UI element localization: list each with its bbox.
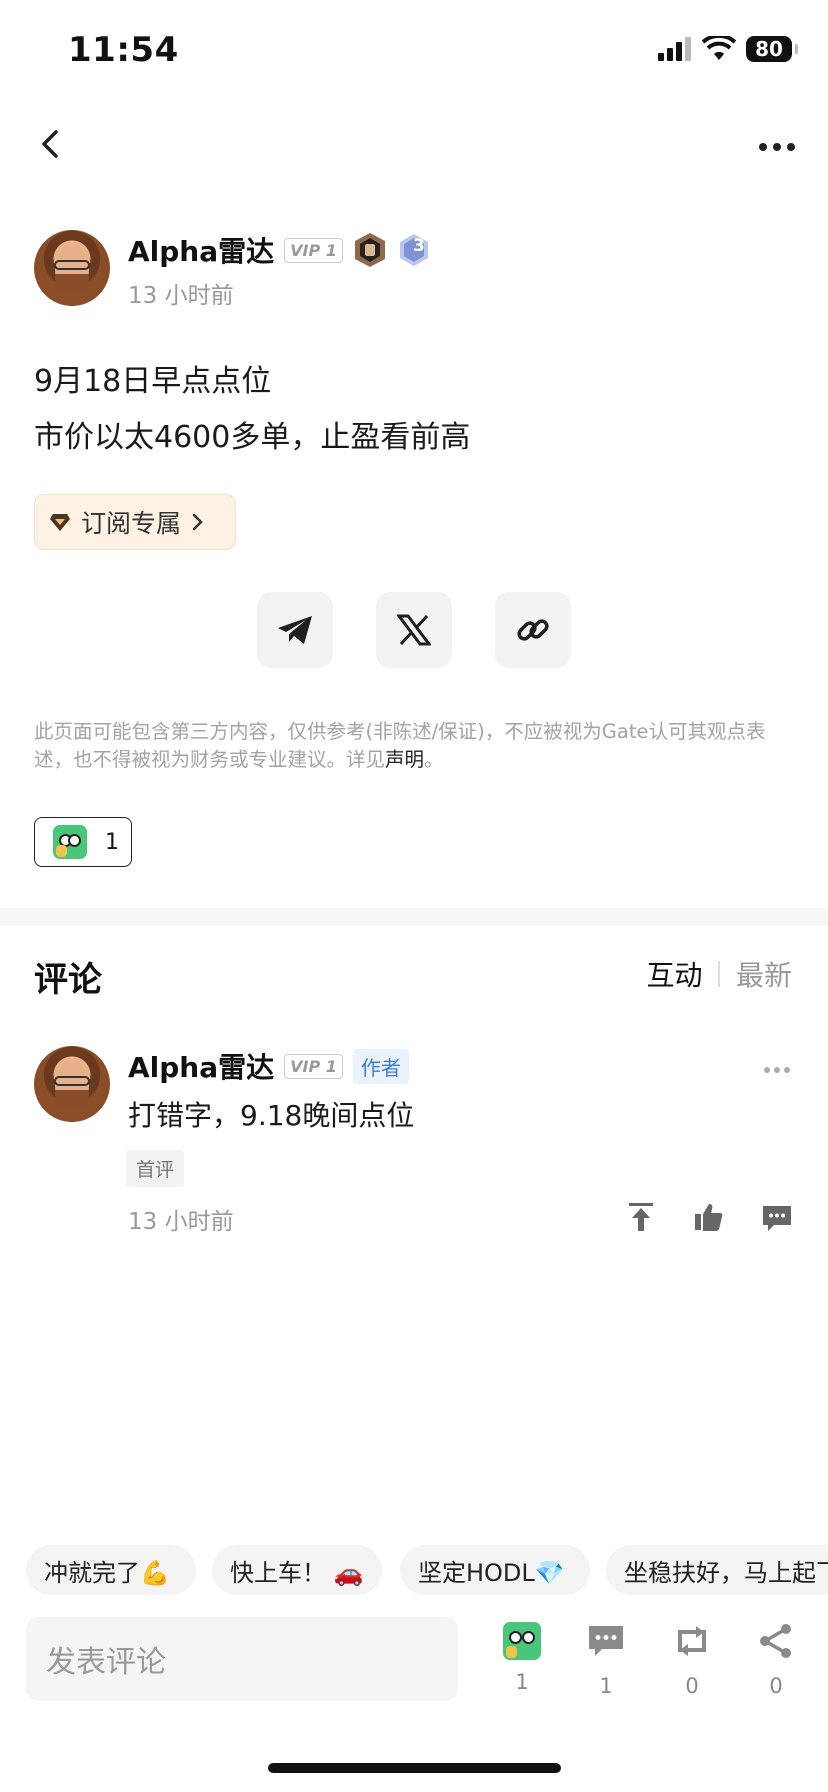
- comment-time: 13 小时前: [128, 1209, 234, 1235]
- reaction-action[interactable]: 1: [492, 1622, 552, 1694]
- reaction-pill[interactable]: 1: [34, 817, 132, 867]
- x-icon: [397, 614, 431, 646]
- disclaimer-link[interactable]: 声明: [385, 748, 424, 771]
- sort-interactive-tab[interactable]: 互动: [646, 954, 702, 994]
- author-name[interactable]: Alpha雷达: [128, 230, 274, 270]
- share-action[interactable]: 0: [746, 1622, 806, 1698]
- status-icons: 80: [658, 36, 798, 62]
- medal-badge-icon: [354, 233, 385, 267]
- chevron-right-icon: [192, 513, 203, 531]
- comment-input[interactable]: 发表评论: [26, 1617, 458, 1701]
- battery-level: 80: [755, 37, 783, 61]
- comment-sort: 互动 最新: [646, 954, 792, 994]
- back-icon[interactable]: [36, 126, 66, 162]
- comment-author-row: Alpha雷达 VIP 1 作者: [128, 1046, 409, 1086]
- author-avatar[interactable]: [34, 230, 110, 306]
- share-telegram-button[interactable]: [257, 592, 333, 668]
- comment-more-icon[interactable]: [762, 1058, 792, 1077]
- battery-indicator: 80: [746, 36, 798, 62]
- signal-icon: [658, 37, 691, 61]
- reaction-count: 1: [105, 829, 119, 855]
- diamond-icon: [50, 514, 70, 531]
- quick-reply-chip[interactable]: 坐稳扶好，马上起飞: [606, 1545, 828, 1595]
- share-x-button[interactable]: [376, 592, 452, 668]
- share-action-count: 0: [769, 1674, 783, 1698]
- section-divider: [0, 908, 828, 926]
- telegram-icon: [278, 616, 312, 644]
- comment-author-name[interactable]: Alpha雷达: [128, 1046, 274, 1086]
- subscribe-button[interactable]: 订阅专属: [34, 494, 236, 550]
- comment-action-count: 1: [599, 1674, 613, 1698]
- level-number: 3: [413, 236, 425, 256]
- pin-top-icon[interactable]: [624, 1200, 658, 1234]
- repost-icon: [678, 1626, 706, 1656]
- post-time: 13 小时前: [128, 283, 234, 309]
- quick-reply-chip[interactable]: 冲就完了💪: [26, 1545, 196, 1595]
- repost-action[interactable]: 0: [662, 1622, 722, 1698]
- thinking-emoji-icon: [53, 825, 87, 859]
- comment-icon: [589, 1626, 623, 1656]
- more-icon[interactable]: [756, 136, 798, 155]
- quick-reply-chip[interactable]: 快上车！ 🚗: [212, 1545, 382, 1595]
- comment-icon[interactable]: [760, 1200, 794, 1234]
- thinking-emoji-icon: [503, 1622, 541, 1660]
- comment-action[interactable]: 1: [576, 1622, 636, 1698]
- share-icon: [760, 1624, 791, 1658]
- disclaimer: 此页面可能包含第三方内容，仅供参考(非陈述/保证)，不应被视为Gate认可其观点…: [34, 718, 794, 774]
- wifi-icon: [702, 36, 736, 60]
- subscribe-label: 订阅专属: [81, 509, 182, 538]
- post-line-1: 9月18日早点点位: [34, 364, 272, 399]
- author-tag: 作者: [352, 1048, 409, 1084]
- author-row: Alpha雷达 VIP 1: [128, 230, 431, 270]
- vip-badge: VIP 1: [284, 237, 343, 263]
- link-icon: [517, 619, 549, 641]
- quick-reply-chip[interactable]: 坚定HODL💎: [400, 1545, 590, 1595]
- comment-avatar[interactable]: [34, 1046, 110, 1122]
- thumbs-up-icon[interactable]: [692, 1200, 726, 1234]
- sort-latest-tab[interactable]: 最新: [736, 954, 792, 994]
- comment-text: 打错字，9.18晚间点位: [128, 1099, 415, 1132]
- status-time: 11:54: [68, 30, 179, 70]
- first-comment-tag: 首评: [126, 1150, 185, 1187]
- disclaimer-end: 。: [424, 748, 444, 771]
- comment-vip-badge: VIP 1: [284, 1053, 343, 1079]
- post-line-2: 市价以太4600多单，止盈看前高: [34, 420, 471, 455]
- comments-title: 评论: [34, 960, 102, 1000]
- reaction-action-count: 1: [515, 1670, 529, 1694]
- home-indicator[interactable]: [268, 1763, 561, 1773]
- copy-link-button[interactable]: [495, 592, 571, 668]
- repost-action-count: 0: [685, 1674, 699, 1698]
